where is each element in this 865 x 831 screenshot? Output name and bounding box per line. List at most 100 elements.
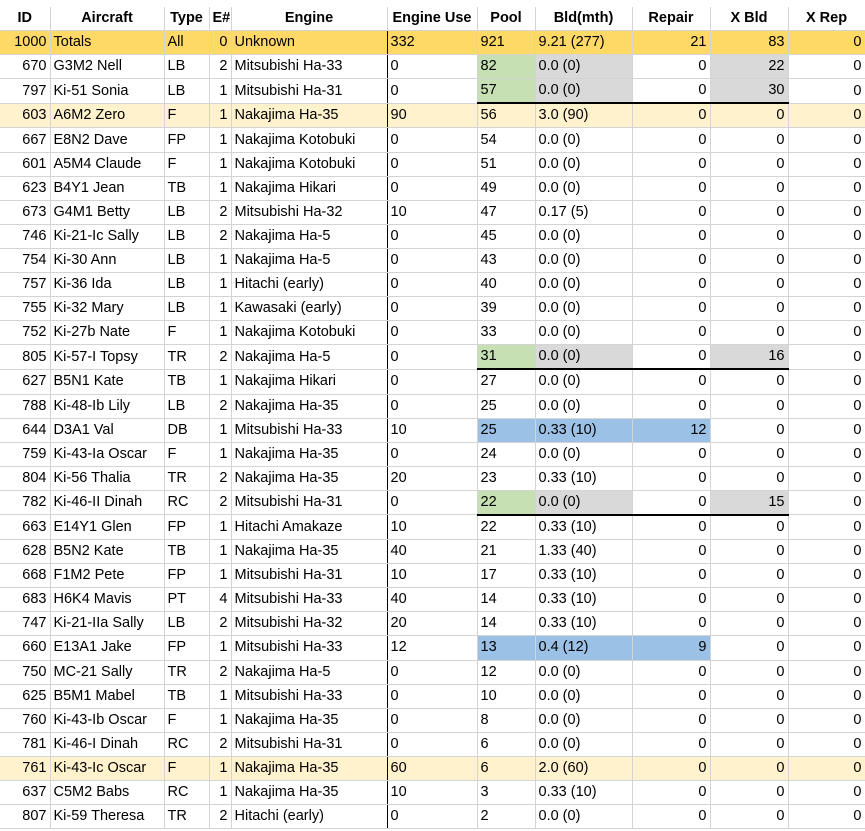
cell-engine-count[interactable]: 1 [209, 708, 232, 733]
cell-engine-count[interactable]: 1 [209, 272, 232, 298]
cell-build-month[interactable]: 3.0 (90) [535, 103, 633, 129]
cell-id[interactable]: 757 [0, 272, 51, 298]
cell-build-month[interactable]: 0.0 (0) [535, 78, 633, 105]
cell-type[interactable]: F [164, 152, 210, 177]
cell-repair[interactable]: 0 [632, 490, 711, 516]
cell-pool[interactable]: 3 [477, 780, 536, 806]
cell-build-month[interactable]: 0.0 (0) [535, 248, 633, 274]
cell-x-repair[interactable]: 0 [788, 780, 865, 806]
cell-pool[interactable]: 57 [477, 78, 536, 105]
cell-engine[interactable]: Nakajima Ha-5 [231, 660, 388, 685]
cell-repair[interactable]: 0 [632, 78, 711, 105]
cell-type[interactable]: RC [164, 780, 210, 806]
cell-aircraft[interactable]: Ki-56 Thalia [50, 466, 165, 491]
cell-repair[interactable]: 0 [632, 272, 711, 298]
cell-x-repair[interactable]: 0 [788, 394, 865, 419]
cell-id[interactable]: 746 [0, 224, 51, 249]
cell-pool[interactable]: 82 [477, 54, 536, 80]
cell-pool[interactable]: 2 [477, 804, 536, 830]
cell-engine-use[interactable]: 0 [387, 442, 478, 467]
cell-build-month[interactable]: 0.0 (0) [535, 54, 633, 80]
cell-engine[interactable]: Mitsubishi Ha-31 [231, 732, 388, 757]
cell-pool[interactable]: 25 [477, 418, 536, 443]
cell-type[interactable]: LB [164, 54, 210, 80]
cell-id[interactable]: 628 [0, 539, 51, 565]
header-cell-engine-use[interactable]: Engine Use [387, 7, 478, 32]
header-cell-engine-count[interactable]: E# [209, 7, 232, 32]
cell-aircraft[interactable]: Ki-43-Ib Oscar [50, 708, 165, 733]
cell-engine-use[interactable]: 10 [387, 563, 478, 589]
cell-build-month[interactable]: 0.0 (0) [535, 296, 633, 322]
cell-x-repair[interactable]: 0 [788, 152, 865, 177]
cell-x-build[interactable]: 0 [710, 296, 789, 322]
cell-engine-count[interactable]: 1 [209, 369, 232, 395]
cell-aircraft[interactable]: B5N1 Kate [50, 369, 165, 395]
cell-pool[interactable]: 22 [477, 490, 536, 516]
cell-id[interactable]: 660 [0, 635, 51, 661]
cell-repair[interactable]: 0 [632, 539, 711, 565]
cell-x-repair[interactable]: 0 [788, 539, 865, 565]
cell-aircraft[interactable]: Ki-57-I Topsy [50, 344, 165, 370]
cell-engine-use[interactable]: 10 [387, 780, 478, 806]
cell-pool[interactable]: 6 [477, 756, 536, 782]
cell-x-repair[interactable]: 0 [788, 804, 865, 830]
cell-aircraft[interactable]: Ki-43-Ia Oscar [50, 442, 165, 467]
cell-engine-use[interactable]: 40 [387, 539, 478, 565]
cell-x-build[interactable]: 0 [710, 248, 789, 274]
cell-id[interactable]: 760 [0, 708, 51, 733]
cell-x-build[interactable]: 0 [710, 611, 789, 637]
cell-x-repair[interactable]: 0 [788, 320, 865, 346]
cell-repair[interactable]: 0 [632, 684, 711, 709]
cell-x-build[interactable]: 0 [710, 660, 789, 685]
cell-engine-use[interactable]: 10 [387, 200, 478, 225]
cell-engine-use[interactable]: 0 [387, 272, 478, 298]
cell-engine-use[interactable]: 0 [387, 490, 478, 516]
cell-pool[interactable]: 23 [477, 466, 536, 491]
cell-repair[interactable]: 0 [632, 442, 711, 467]
cell-aircraft[interactable]: Ki-27b Nate [50, 320, 165, 346]
cell-engine-count[interactable]: 1 [209, 635, 232, 661]
cell-engine-count[interactable]: 1 [209, 103, 232, 129]
cell-build-month[interactable]: 0.0 (0) [535, 369, 633, 395]
cell-x-build[interactable]: 0 [710, 176, 789, 201]
cell-repair[interactable]: 9 [632, 635, 711, 661]
cell-id[interactable]: 781 [0, 732, 51, 757]
cell-repair[interactable]: 0 [632, 804, 711, 830]
cell-aircraft[interactable]: E13A1 Jake [50, 635, 165, 661]
cell-engine-count[interactable]: 2 [209, 394, 232, 419]
cell-engine-use[interactable]: 10 [387, 514, 478, 541]
cell-engine[interactable]: Mitsubishi Ha-31 [231, 78, 388, 104]
cell-x-build[interactable]: 0 [710, 732, 789, 757]
cell-x-repair[interactable]: 0 [788, 248, 865, 274]
cell-repair[interactable]: 0 [632, 103, 711, 129]
cell-engine-count[interactable]: 2 [209, 54, 232, 80]
cell-engine-count[interactable]: 2 [209, 466, 232, 491]
cell-pool[interactable]: 27 [477, 369, 536, 395]
cell-type[interactable]: LB [164, 78, 210, 104]
cell-repair[interactable]: 0 [632, 756, 711, 782]
header-cell-type[interactable]: Type [164, 7, 210, 32]
cell-x-repair[interactable]: 0 [788, 756, 865, 782]
cell-type[interactable]: F [164, 320, 210, 346]
cell-aircraft[interactable]: B5M1 Mabel [50, 684, 165, 709]
cell-pool[interactable]: 14 [477, 611, 536, 637]
cell-id[interactable]: 663 [0, 514, 51, 541]
cell-engine-use[interactable]: 0 [387, 344, 478, 370]
cell-repair[interactable]: 0 [632, 563, 711, 589]
cell-engine-use[interactable]: 0 [387, 248, 478, 274]
cell-x-repair[interactable]: 0 [788, 78, 865, 104]
cell-repair[interactable]: 0 [632, 394, 711, 419]
cell-build-month[interactable]: 0.0 (0) [535, 127, 633, 153]
cell-pool[interactable]: 14 [477, 587, 536, 613]
cell-x-build[interactable]: 83 [710, 30, 789, 56]
cell-engine[interactable]: Nakajima Hikari [231, 369, 388, 395]
cell-type[interactable]: TB [164, 369, 210, 395]
cell-pool[interactable]: 31 [477, 344, 536, 371]
cell-build-month[interactable]: 0.33 (10) [535, 514, 633, 541]
cell-engine[interactable]: Mitsubishi Ha-33 [231, 635, 388, 661]
cell-x-repair[interactable]: 0 [788, 490, 865, 516]
cell-engine-count[interactable]: 1 [209, 514, 232, 541]
cell-repair[interactable]: 0 [632, 296, 711, 322]
cell-engine-count[interactable]: 1 [209, 152, 232, 177]
cell-aircraft[interactable]: A5M4 Claude [50, 152, 165, 177]
